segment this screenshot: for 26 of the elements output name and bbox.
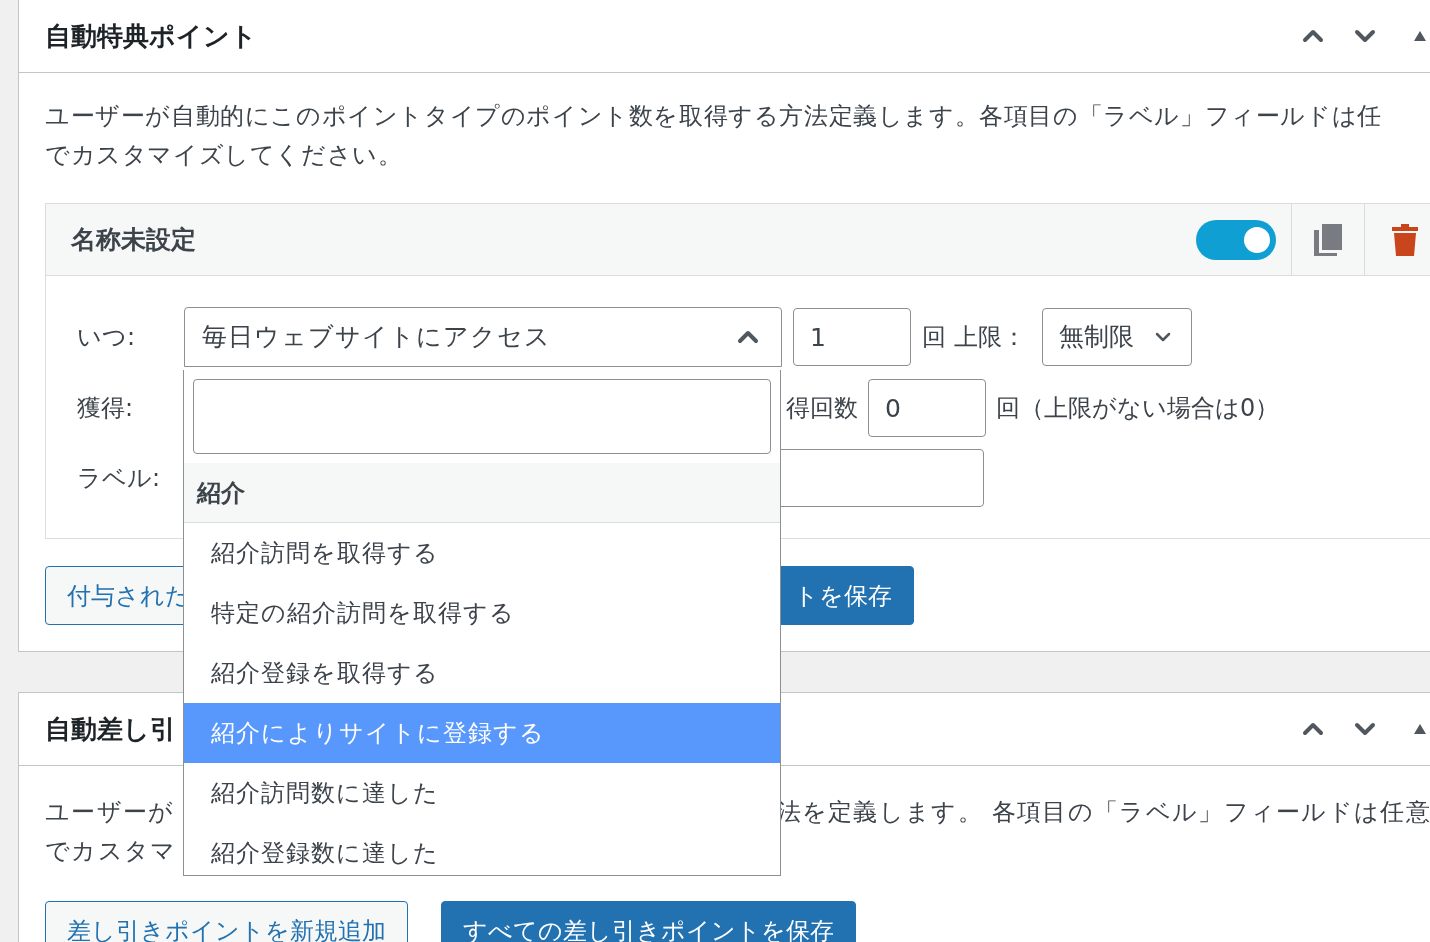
- field-label: 得回数: [786, 393, 858, 424]
- limit-select[interactable]: 無制限: [1041, 308, 1192, 366]
- dropdown-option[interactable]: 紹介訪問数に達した: [184, 763, 780, 823]
- dropdown-option[interactable]: 紹介登録数に達した: [184, 823, 780, 875]
- description: ユーザーが自動的にこのポイントタイプのポイント数を取得する方法定義します。各項目の「ラベル」フィールドは任 でカスタマイズしてください。: [45, 101, 1382, 171]
- enable-toggle[interactable]: [1196, 219, 1276, 260]
- panel-title: 自動特典ポイント: [45, 19, 257, 53]
- dropdown-option[interactable]: 紹介登録を取得する: [184, 643, 780, 703]
- trigger-select[interactable]: 毎日ウェブサイトにアクセス: [184, 307, 782, 367]
- panel-title: 自動差し引: [45, 712, 176, 746]
- copy-icon[interactable]: [1314, 223, 1342, 256]
- item-title: 名称未設定: [71, 223, 197, 256]
- add-button[interactable]: 差し引きポイントを新規追加: [45, 901, 408, 942]
- trash-icon[interactable]: [1391, 223, 1418, 256]
- collapse-icon[interactable]: [1413, 722, 1427, 736]
- description: ユーザーが でカスタマ: [45, 797, 177, 867]
- collapse-icon[interactable]: [1413, 29, 1427, 43]
- count-unit: 回 上限：: [922, 322, 1026, 353]
- earn-count-field[interactable]: 0: [868, 379, 986, 437]
- count-field[interactable]: 1: [793, 308, 911, 366]
- field-label: いつ:: [77, 322, 137, 353]
- option-group-label: 紹介: [184, 463, 780, 523]
- search-field[interactable]: [193, 379, 771, 454]
- earn-count-note: 回（上限がない場合は0）: [996, 393, 1280, 424]
- field-label: ラベル:: [77, 463, 162, 494]
- field-label: 獲得:: [77, 393, 135, 424]
